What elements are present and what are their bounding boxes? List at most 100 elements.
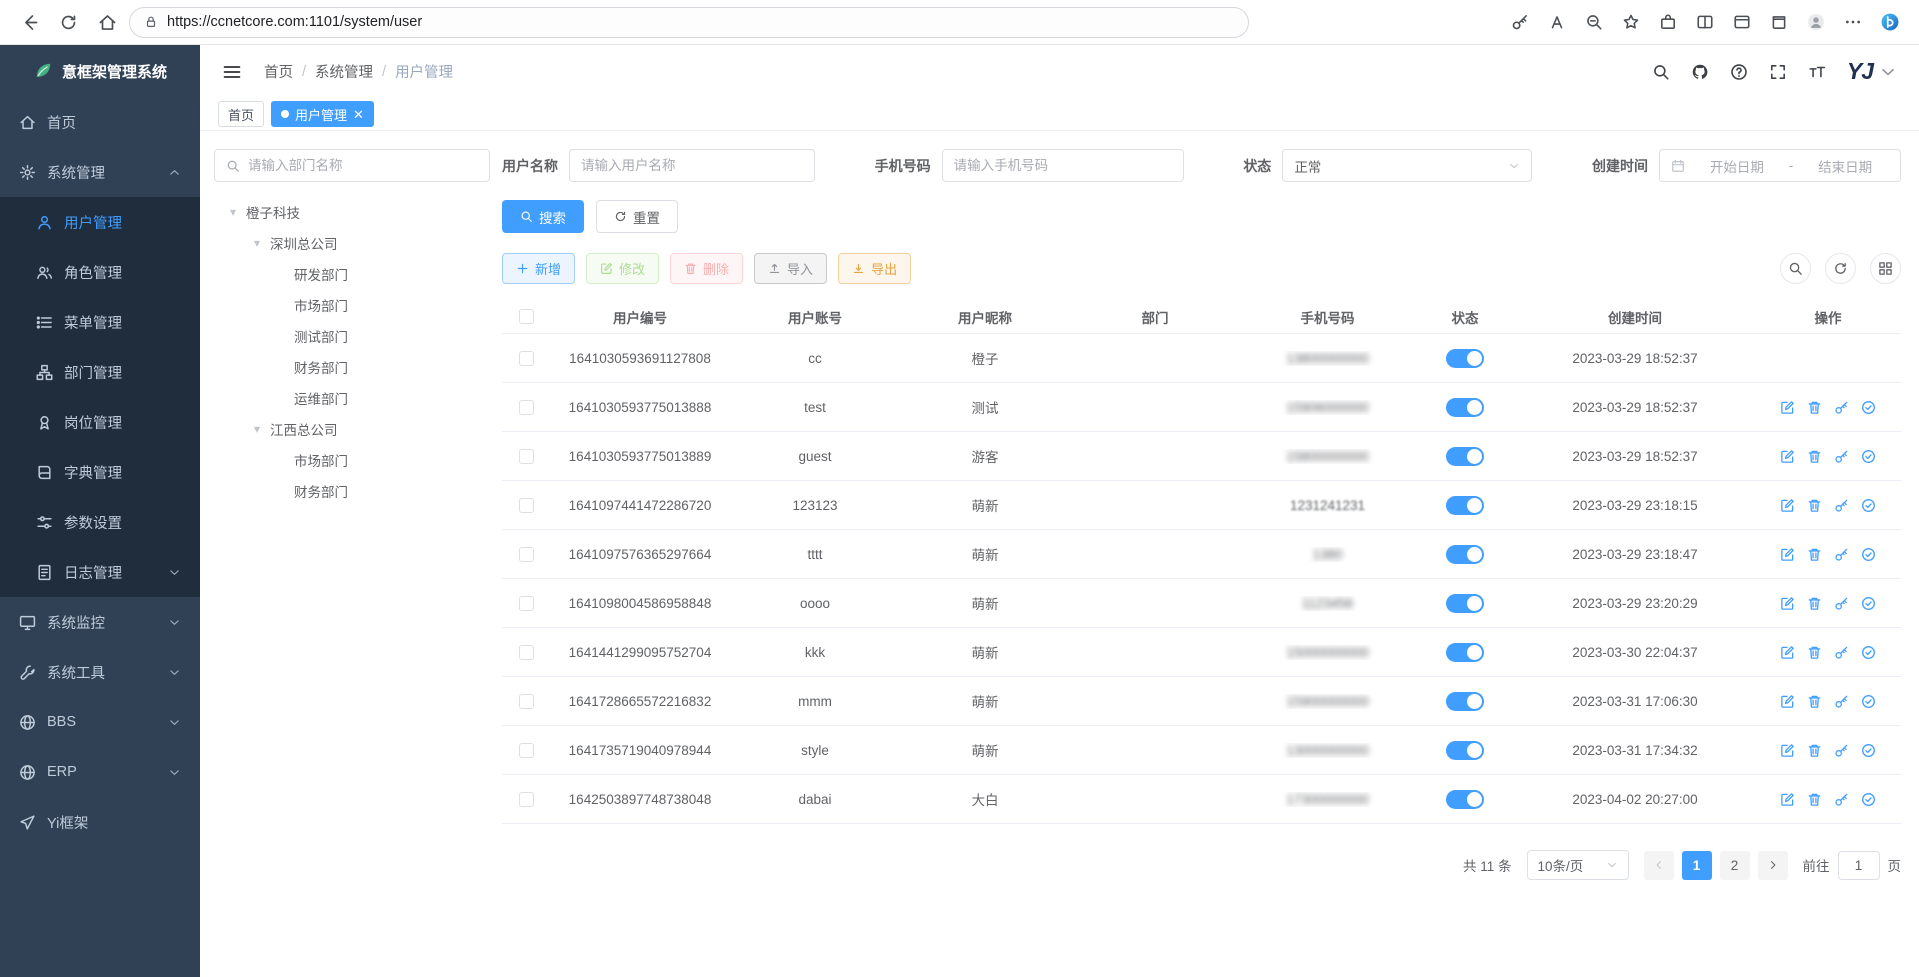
department-search-input[interactable]: [248, 158, 478, 173]
page-number-button[interactable]: 2: [1720, 851, 1750, 880]
breadcrumb-item[interactable]: 系统管理: [315, 61, 373, 82]
assign-role-icon[interactable]: [1861, 645, 1876, 660]
import-button[interactable]: 导入: [754, 253, 827, 284]
address-bar[interactable]: https://ccnetcore.com:1101/system/user: [129, 7, 1249, 38]
delete-icon[interactable]: [1807, 792, 1822, 807]
export-button[interactable]: 导出: [838, 253, 911, 284]
collections-icon[interactable]: [1770, 13, 1788, 31]
favorites-bar-icon[interactable]: [1733, 13, 1751, 31]
status-toggle[interactable]: [1446, 545, 1484, 564]
edit-icon[interactable]: [1780, 498, 1795, 513]
reset-password-icon[interactable]: [1834, 400, 1849, 415]
reset-password-icon[interactable]: [1834, 792, 1849, 807]
caret-down-icon[interactable]: ▾: [248, 422, 266, 436]
status-toggle[interactable]: [1446, 741, 1484, 760]
next-page-button[interactable]: [1758, 851, 1788, 880]
assign-role-icon[interactable]: [1861, 694, 1876, 709]
delete-icon[interactable]: [1807, 694, 1822, 709]
sidebar-item-post-mgmt[interactable]: 岗位管理: [0, 397, 200, 447]
sidebar-item-erp[interactable]: ERP: [0, 747, 200, 797]
reset-password-icon[interactable]: [1834, 449, 1849, 464]
extensions-icon[interactable]: [1659, 13, 1677, 31]
favorite-icon[interactable]: [1622, 13, 1640, 31]
search-icon[interactable]: [1652, 63, 1670, 81]
password-icon[interactable]: [1511, 13, 1529, 31]
split-screen-icon[interactable]: [1696, 13, 1714, 31]
delete-icon[interactable]: [1807, 645, 1822, 660]
sidebar-item-role-mgmt[interactable]: 角色管理: [0, 247, 200, 297]
tree-node[interactable]: ▾ 研发部门: [214, 258, 490, 289]
help-icon[interactable]: [1730, 63, 1748, 81]
caret-down-icon[interactable]: ▾: [224, 205, 242, 219]
status-toggle[interactable]: [1446, 447, 1484, 466]
status-select[interactable]: 正常: [1282, 149, 1532, 182]
fullscreen-icon[interactable]: [1769, 63, 1787, 81]
status-toggle[interactable]: [1446, 496, 1484, 515]
reload-icon[interactable]: [59, 13, 78, 32]
delete-icon[interactable]: [1807, 596, 1822, 611]
select-all-checkbox[interactable]: [519, 309, 534, 324]
read-aloud-icon[interactable]: [1548, 13, 1566, 31]
date-range-picker[interactable]: 开始日期 - 结束日期: [1659, 149, 1901, 182]
assign-role-icon[interactable]: [1861, 743, 1876, 758]
row-checkbox[interactable]: [519, 743, 534, 758]
tree-node[interactable]: ▾ 市场部门: [214, 444, 490, 475]
zoom-icon[interactable]: [1585, 13, 1603, 31]
row-checkbox[interactable]: [519, 449, 534, 464]
tree-node[interactable]: ▾ 运维部门: [214, 382, 490, 413]
edit-icon[interactable]: [1780, 694, 1795, 709]
user-avatar[interactable]: YJ: [1847, 58, 1897, 85]
delete-icon[interactable]: [1807, 498, 1822, 513]
delete-icon[interactable]: [1807, 547, 1822, 562]
tree-node[interactable]: ▾ 江西总公司: [214, 413, 490, 444]
tree-node[interactable]: ▾ 市场部门: [214, 289, 490, 320]
row-checkbox[interactable]: [519, 694, 534, 709]
delete-icon[interactable]: [1807, 400, 1822, 415]
status-toggle[interactable]: [1446, 398, 1484, 417]
sidebar-item-home[interactable]: 首页: [0, 97, 200, 147]
tree-node[interactable]: ▾ 财务部门: [214, 475, 490, 506]
back-icon[interactable]: [20, 13, 39, 32]
tab-user-mgmt[interactable]: 用户管理 ✕: [271, 101, 374, 127]
table-tool-button[interactable]: [1825, 253, 1856, 284]
status-toggle[interactable]: [1446, 790, 1484, 809]
reset-password-icon[interactable]: [1834, 694, 1849, 709]
row-checkbox[interactable]: [519, 645, 534, 660]
more-icon[interactable]: [1844, 13, 1862, 31]
sidebar-item-yi-framework[interactable]: Yi框架: [0, 797, 200, 847]
sidebar-item-monitor[interactable]: 系统监控: [0, 597, 200, 647]
table-tool-button[interactable]: [1870, 253, 1901, 284]
status-toggle[interactable]: [1446, 594, 1484, 613]
assign-role-icon[interactable]: [1861, 498, 1876, 513]
assign-role-icon[interactable]: [1861, 792, 1876, 807]
sidebar-item-dept-mgmt[interactable]: 部门管理: [0, 347, 200, 397]
delete-icon[interactable]: [1807, 743, 1822, 758]
username-input[interactable]: [581, 158, 803, 173]
delete-button[interactable]: 删除: [670, 253, 743, 284]
edit-icon[interactable]: [1780, 596, 1795, 611]
tree-node[interactable]: ▾ 深圳总公司: [214, 227, 490, 258]
page-size-select[interactable]: 10条/页: [1527, 850, 1629, 880]
reset-button[interactable]: 重置: [596, 200, 678, 233]
status-toggle[interactable]: [1446, 643, 1484, 662]
assign-role-icon[interactable]: [1861, 400, 1876, 415]
status-toggle[interactable]: [1446, 349, 1484, 368]
edit-button[interactable]: 修改: [586, 253, 659, 284]
browser-profile-avatar[interactable]: [1807, 13, 1825, 31]
row-checkbox[interactable]: [519, 547, 534, 562]
edit-icon[interactable]: [1780, 792, 1795, 807]
prev-page-button[interactable]: [1644, 851, 1674, 880]
font-size-icon[interactable]: [1808, 63, 1826, 81]
sidebar-item-dict-mgmt[interactable]: 字典管理: [0, 447, 200, 497]
reset-password-icon[interactable]: [1834, 596, 1849, 611]
reset-password-icon[interactable]: [1834, 645, 1849, 660]
edit-icon[interactable]: [1780, 400, 1795, 415]
assign-role-icon[interactable]: [1861, 596, 1876, 611]
row-checkbox[interactable]: [519, 400, 534, 415]
breadcrumb-item[interactable]: 用户管理: [395, 61, 453, 82]
sidebar-item-log-mgmt[interactable]: 日志管理: [0, 547, 200, 597]
reset-password-icon[interactable]: [1834, 498, 1849, 513]
row-checkbox[interactable]: [519, 351, 534, 366]
tree-node[interactable]: ▾ 测试部门: [214, 320, 490, 351]
sidebar-item-tools[interactable]: 系统工具: [0, 647, 200, 697]
